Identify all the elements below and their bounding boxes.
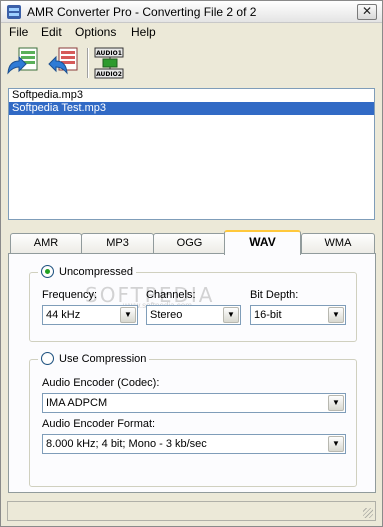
audio1-label: AUDIO1 bbox=[96, 50, 122, 57]
bit-depth-value: 16-bit bbox=[254, 309, 282, 321]
format-label: Audio Encoder Format: bbox=[42, 418, 156, 430]
chevron-down-icon[interactable]: ▼ bbox=[328, 436, 344, 452]
format-tabs: AMR MP3 OGG WAV WMA bbox=[8, 230, 378, 255]
bit-depth-label: Bit Depth: bbox=[250, 289, 299, 301]
menu-edit[interactable]: Edit bbox=[37, 25, 66, 39]
frequency-value: 44 kHz bbox=[46, 309, 81, 321]
title-bar[interactable]: AMR Converter Pro - Converting File 2 of… bbox=[1, 1, 382, 23]
close-button[interactable]: ✕ bbox=[357, 4, 377, 20]
channels-value: Stereo bbox=[150, 309, 183, 321]
compression-label: Use Compression bbox=[59, 352, 147, 365]
channels-select[interactable]: Stereo ▼ bbox=[146, 305, 241, 325]
tab-wma[interactable]: WMA bbox=[301, 233, 375, 254]
encoder-value: IMA ADPCM bbox=[46, 397, 108, 409]
app-icon bbox=[7, 5, 21, 19]
tab-ogg[interactable]: OGG bbox=[153, 233, 226, 254]
toolbar-separator bbox=[87, 48, 89, 78]
list-item[interactable]: Softpedia.mp3 bbox=[9, 89, 374, 102]
chevron-down-icon[interactable]: ▼ bbox=[120, 307, 136, 323]
tab-wav[interactable]: WAV bbox=[224, 230, 301, 255]
uncompressed-radio[interactable] bbox=[41, 265, 54, 278]
menu-options[interactable]: Options bbox=[71, 25, 120, 39]
menu-file[interactable]: File bbox=[5, 25, 32, 39]
chevron-down-icon[interactable]: ▼ bbox=[223, 307, 239, 323]
remove-files-icon[interactable] bbox=[45, 45, 81, 81]
menu-bar: File Edit Options Help bbox=[1, 23, 382, 42]
chevron-down-icon[interactable]: ▼ bbox=[328, 307, 344, 323]
channels-label: Channels: bbox=[146, 289, 196, 301]
status-bar bbox=[7, 501, 376, 521]
list-item-selected[interactable]: Softpedia Test.mp3 bbox=[9, 102, 374, 115]
compression-legend[interactable]: Use Compression bbox=[38, 352, 150, 365]
convert-audio-icon[interactable]: AUDIO1 AUDIO2 bbox=[93, 45, 127, 81]
uncompressed-label: Uncompressed bbox=[59, 265, 133, 278]
compression-radio[interactable] bbox=[41, 352, 54, 365]
window-title: AMR Converter Pro - Converting File 2 of… bbox=[27, 5, 257, 19]
tab-mp3[interactable]: MP3 bbox=[81, 233, 154, 254]
uncompressed-legend[interactable]: Uncompressed bbox=[38, 265, 136, 278]
add-files-icon[interactable] bbox=[5, 45, 41, 81]
frequency-label: Frequency: bbox=[42, 289, 98, 301]
encoder-label: Audio Encoder (Codec): bbox=[42, 377, 160, 389]
encoder-select[interactable]: IMA ADPCM ▼ bbox=[42, 393, 346, 413]
menu-help[interactable]: Help bbox=[127, 25, 160, 39]
toolbar: AUDIO1 AUDIO2 bbox=[1, 42, 382, 86]
format-select[interactable]: 8.000 kHz; 4 bit; Mono - 3 kb/sec ▼ bbox=[42, 434, 346, 454]
format-value: 8.000 kHz; 4 bit; Mono - 3 kb/sec bbox=[46, 438, 207, 450]
app-window: AMR Converter Pro - Converting File 2 of… bbox=[0, 0, 383, 527]
file-list[interactable]: Softpedia.mp3 Softpedia Test.mp3 bbox=[8, 88, 375, 220]
bit-depth-select[interactable]: 16-bit ▼ bbox=[250, 305, 346, 325]
frequency-select[interactable]: 44 kHz ▼ bbox=[42, 305, 138, 325]
resize-grip-icon[interactable] bbox=[363, 508, 373, 518]
audio2-label: AUDIO2 bbox=[96, 71, 122, 78]
tab-amr[interactable]: AMR bbox=[10, 233, 82, 254]
chevron-down-icon[interactable]: ▼ bbox=[328, 395, 344, 411]
